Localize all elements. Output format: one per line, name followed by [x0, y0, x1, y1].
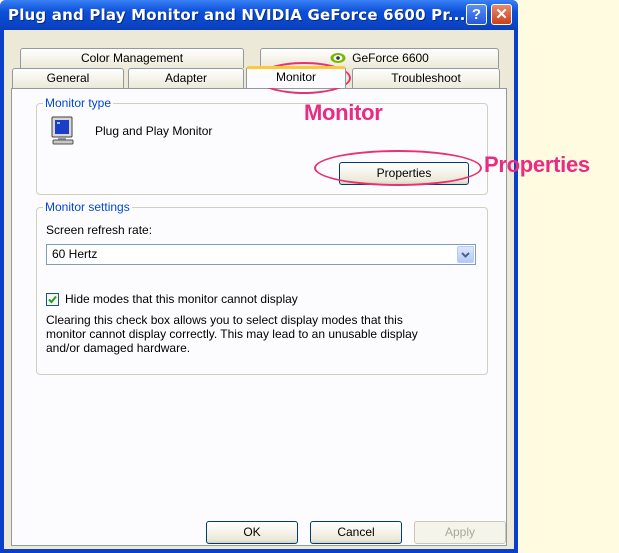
- ok-label: OK: [243, 525, 261, 539]
- tab-adapter[interactable]: Adapter: [128, 68, 244, 88]
- tab-label: Adapter: [164, 71, 208, 85]
- apply-label: Apply: [444, 525, 476, 539]
- properties-callout: Properties: [484, 152, 590, 177]
- monitor-type-group: Monitor type Plug and Play Monitor Prope…: [36, 96, 488, 195]
- warning-line: and/or damaged hardware.: [46, 341, 191, 355]
- tab-general[interactable]: General: [12, 68, 124, 88]
- tab-label: Color Management: [80, 51, 184, 65]
- apply-button[interactable]: Apply: [414, 521, 506, 544]
- monitor-settings-legend: Monitor settings: [43, 200, 132, 214]
- warning-line: monitor cannot display correctly. This m…: [46, 327, 418, 341]
- cancel-button[interactable]: Cancel: [310, 521, 402, 544]
- monitor-callout: Monitor: [304, 100, 383, 125]
- chevron-down-icon[interactable]: [457, 246, 474, 263]
- dialog-client: Color Management GeForce 6600 General Ad…: [4, 30, 514, 549]
- tab-troubleshoot[interactable]: Troubleshoot: [352, 68, 500, 88]
- tab-color-management[interactable]: Color Management: [20, 48, 244, 68]
- ok-button[interactable]: OK: [206, 521, 298, 544]
- refresh-rate-select[interactable]: 60 Hertz: [46, 244, 476, 265]
- properties-label: Properties: [376, 166, 432, 180]
- tab-label: Monitor: [275, 70, 316, 84]
- close-icon: ✕: [495, 6, 508, 23]
- tab-label: GeForce 6600: [352, 51, 429, 65]
- tab-monitor[interactable]: Monitor: [246, 66, 346, 88]
- hide-modes-label[interactable]: Hide modes that this monitor cannot disp…: [65, 292, 298, 306]
- help-button[interactable]: ?: [466, 4, 487, 25]
- refresh-rate-label: Screen refresh rate:: [46, 223, 153, 237]
- tab-label: Troubleshoot: [391, 71, 461, 85]
- monitor-settings-group: Monitor settings Screen refresh rate: 60…: [36, 200, 488, 375]
- tab-geforce-6600[interactable]: GeForce 6600: [260, 48, 499, 68]
- monitor-tab-panel: Monitor type Plug and Play Monitor Prope…: [11, 88, 507, 546]
- properties-button[interactable]: Properties: [339, 162, 469, 185]
- warning-text: Clearing this check box allows you to se…: [46, 313, 418, 355]
- properties-window: Plug and Play Monitor and NVIDIA GeForce…: [0, 0, 518, 553]
- monitor-icon: [50, 116, 76, 149]
- refresh-rate-value: 60 Hertz: [52, 247, 98, 261]
- title-bar[interactable]: Plug and Play Monitor and NVIDIA GeForce…: [0, 0, 518, 30]
- checkmark-icon: [48, 295, 57, 304]
- monitor-type-legend: Monitor type: [43, 96, 114, 110]
- monitor-name: Plug and Play Monitor: [95, 124, 213, 138]
- warning-line: Clearing this check box allows you to se…: [46, 313, 403, 327]
- close-button[interactable]: ✕: [491, 4, 512, 25]
- cancel-label: Cancel: [337, 525, 375, 539]
- tab-label: General: [46, 71, 90, 85]
- help-icon: ?: [471, 6, 482, 23]
- window-title: Plug and Play Monitor and NVIDIA GeForce…: [8, 6, 466, 24]
- hide-modes-checkbox[interactable]: [46, 293, 59, 306]
